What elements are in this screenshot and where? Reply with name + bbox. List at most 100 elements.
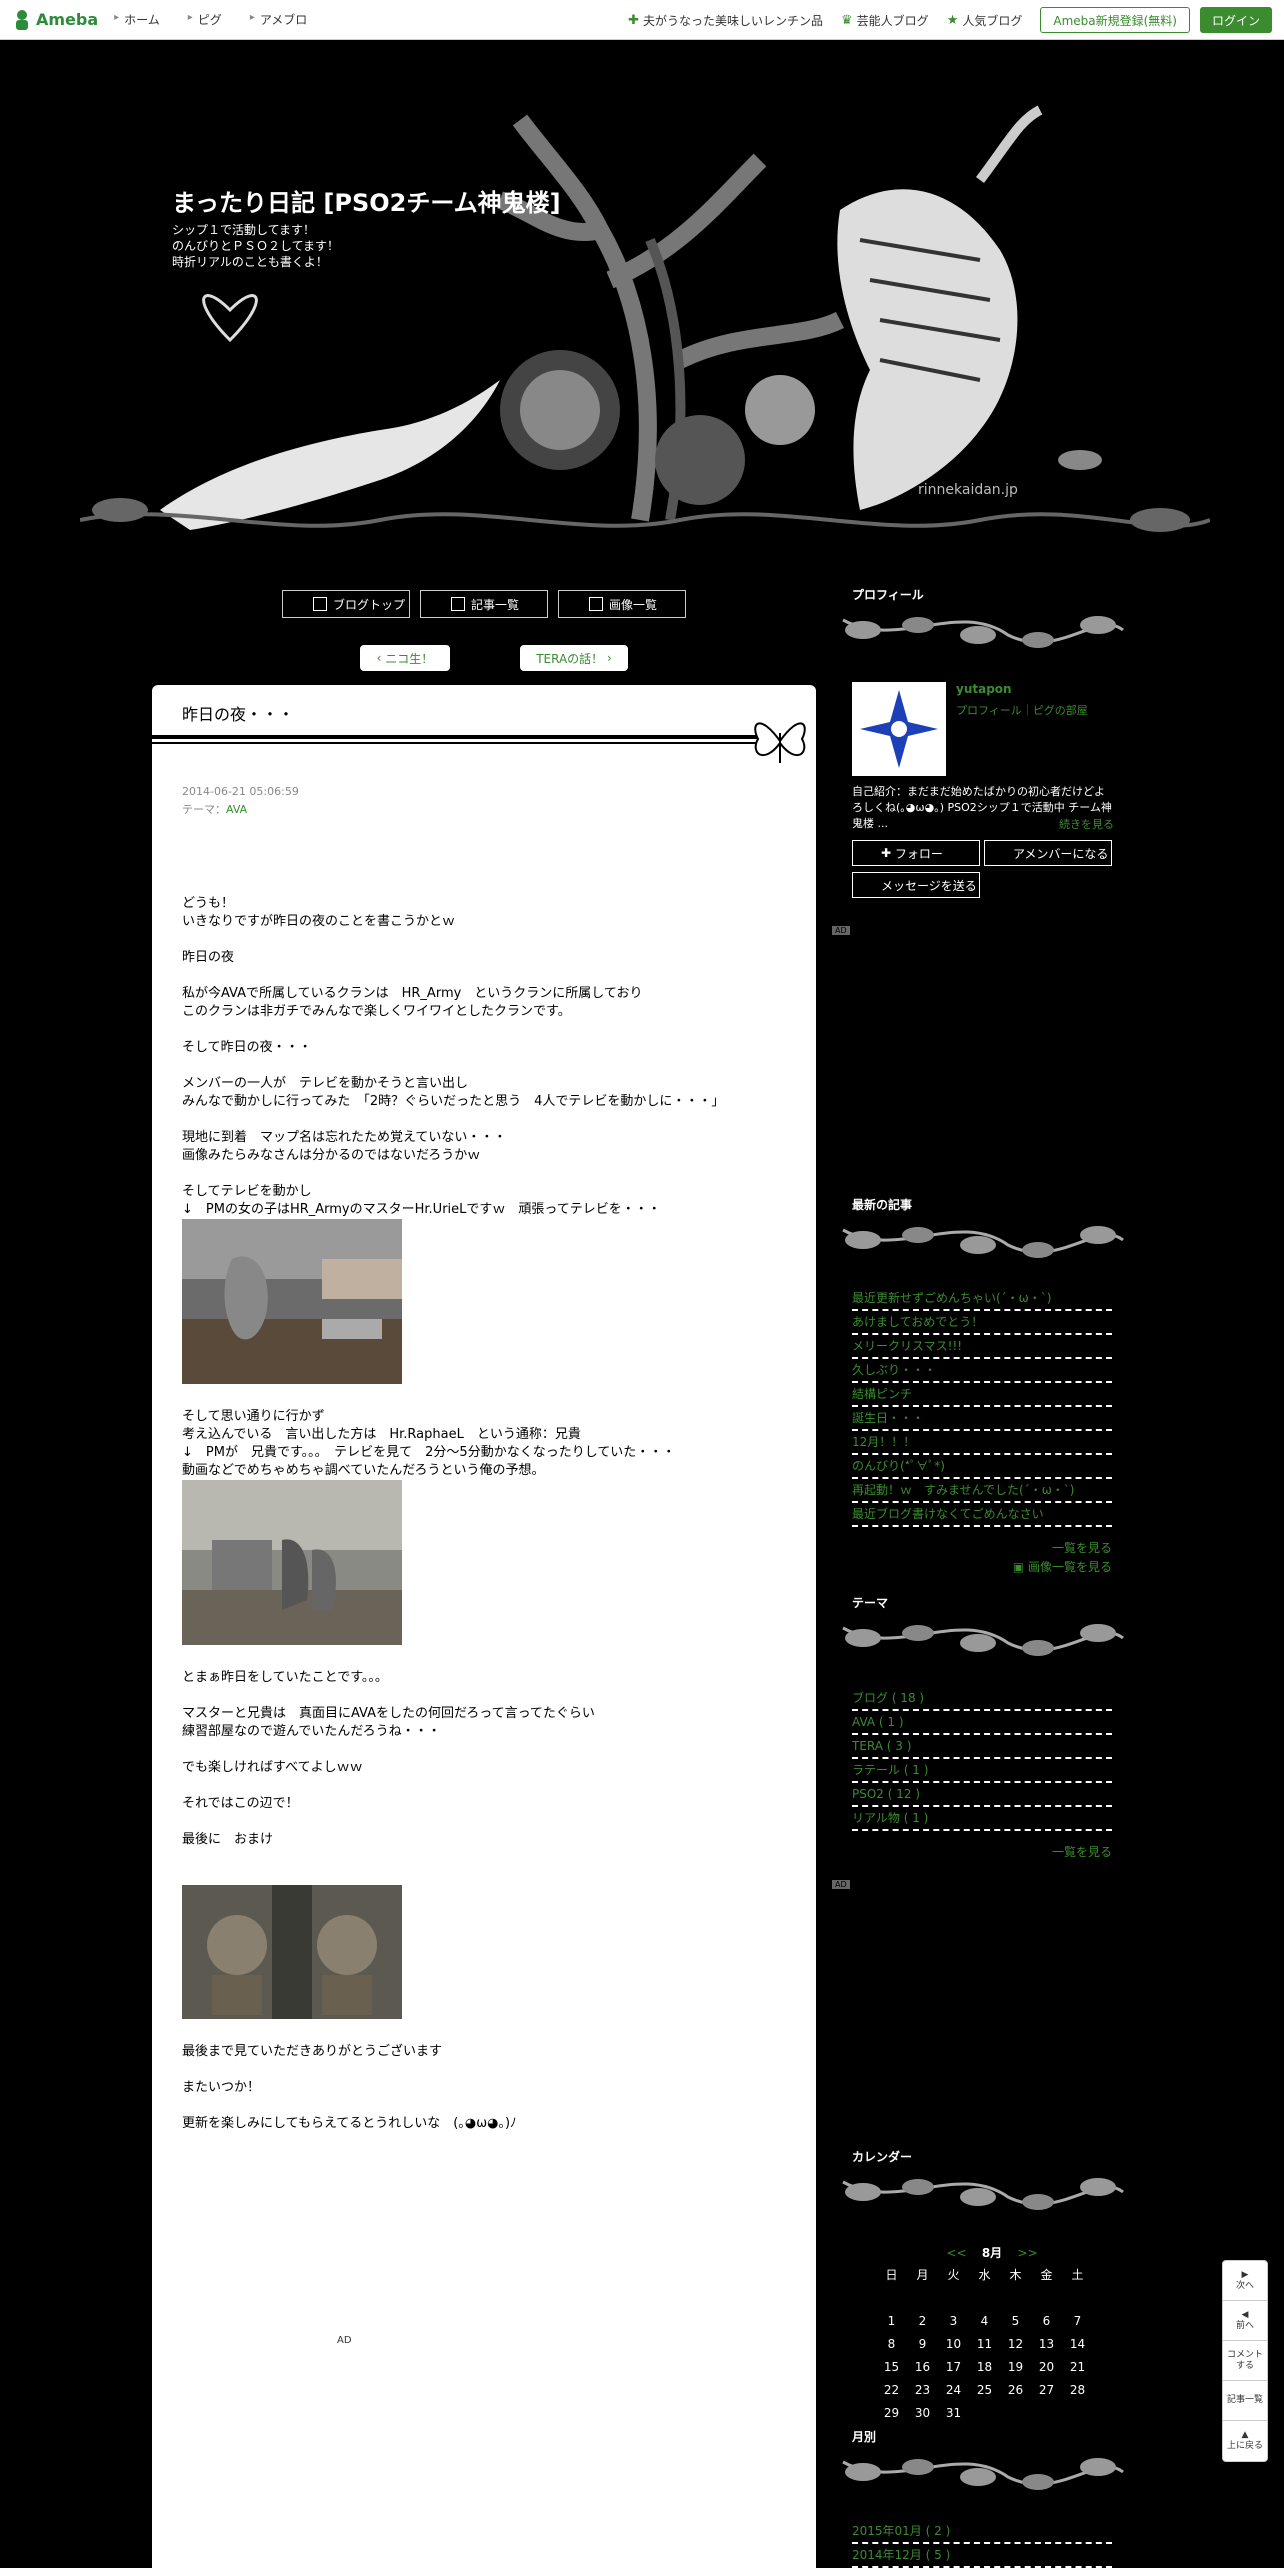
- back-to-top-button[interactable]: ▲ 上に戻る: [1223, 2421, 1267, 2461]
- blog-title[interactable]: まったり日記 [PSO2チーム神鬼楼]: [172, 183, 561, 218]
- calendar-empty: [1031, 2289, 1062, 2307]
- comment-label: コメントする: [1226, 2349, 1263, 2371]
- article-title[interactable]: 昨日の夜・・・: [182, 701, 294, 725]
- body-line: [182, 1849, 802, 1867]
- header-illustration: [80, 105, 1210, 532]
- back-to-top-label: 上に戻る: [1226, 2441, 1263, 2451]
- theme-label: テーマ：: [182, 803, 226, 816]
- calendar-day: 13: [1038, 2337, 1055, 2351]
- body-line: 練習部屋なので遊んでいたんだろうね・・・: [182, 1724, 441, 1739]
- calendar-day: 21: [1069, 2360, 1086, 2374]
- recent-item[interactable]: 結構ピンチ: [852, 1383, 1112, 1407]
- profile-ad-label: AD: [832, 926, 850, 935]
- recent-list: 最近更新せずごめんちゃい(´・ω・`) あけましておめでとう！ メリークリスマス…: [852, 1287, 1112, 1575]
- login-button[interactable]: ログイン: [1199, 7, 1272, 33]
- next-article-link[interactable]: TERAの話！ ›: [520, 645, 628, 671]
- recent-item[interactable]: あけましておめでとう！: [852, 1311, 1112, 1335]
- body-block-3: とまぁ昨日をしていたことです。。。 マスターと兄貴は 真面目にAVAをしたの何回…: [182, 1651, 802, 1885]
- body-line: 更新を楽しみにしてもらえてるとうれしいな (｡◕ω◕｡)ﾉ: [182, 2116, 517, 2131]
- body-line: メンバーの一人が テレビを動かそうと言い出し: [182, 1076, 469, 1091]
- calendar: << 8月 >> 日月火水木金土 1 2 3 4 5 6 7 8 9 10 11 12 13 14 15 16 1…: [852, 2244, 1132, 2420]
- calendar-prev[interactable]: <<: [946, 2246, 966, 2260]
- recent-item[interactable]: 最近ブログ書けなくてごめんなさい: [852, 1503, 1112, 1527]
- body-line: そしてテレビを動かし: [182, 1184, 312, 1199]
- monthly-item[interactable]: 2014年12月 ( 5 ): [852, 2544, 1112, 2568]
- prev-article-link[interactable]: ‹ ニコ生！: [360, 645, 450, 671]
- profile-links[interactable]: プロフィール｜ピグの部屋: [956, 702, 1088, 718]
- back-icon: ◀: [1241, 2309, 1249, 2320]
- next-button[interactable]: ▶ 次へ: [1223, 2261, 1267, 2301]
- theme-item[interactable]: ブログ ( 18 ): [852, 1687, 1112, 1711]
- calendar-day: 31: [945, 2406, 962, 2420]
- nav-home[interactable]: ホーム: [114, 11, 160, 28]
- theme-item[interactable]: TERA ( 3 ): [852, 1735, 1112, 1759]
- body-line: またいつか！: [182, 2080, 261, 2095]
- image-icon: ▣: [1012, 1560, 1028, 1574]
- recent-item[interactable]: のんびり(*ﾟ∀ﾟ*): [852, 1455, 1112, 1479]
- avatar[interactable]: [852, 682, 946, 776]
- theme-item[interactable]: AVA ( 1 ): [852, 1711, 1112, 1735]
- star-icon: ★: [946, 12, 959, 28]
- calendar-day: 12: [1007, 2337, 1024, 2351]
- calendar-empty: [876, 2289, 907, 2307]
- follow-label: フォロー: [894, 846, 943, 861]
- comment-button[interactable]: コメントする: [1223, 2341, 1267, 2381]
- theme-item[interactable]: リアル物 ( 1 ): [852, 1807, 1112, 1831]
- article-list-float-button[interactable]: 記事一覧: [1223, 2381, 1267, 2421]
- next-article-label: TERAの話！: [536, 651, 604, 666]
- body-line: [182, 2025, 802, 2043]
- monthly-item[interactable]: 2015年01月 ( 2 ): [852, 2520, 1112, 2544]
- nav-pigg[interactable]: ピグ: [188, 11, 222, 28]
- recent-item[interactable]: 誕生日・・・: [852, 1407, 1112, 1431]
- blog-top-button[interactable]: ブログトップ: [282, 590, 410, 618]
- calendar-day: 9: [918, 2337, 927, 2351]
- message-button[interactable]: メッセージを送る: [852, 872, 980, 898]
- recent-item[interactable]: 再起動！ｗ すみませんでした(´・ω・`): [852, 1479, 1112, 1503]
- article-list-button[interactable]: 記事一覧: [420, 590, 548, 618]
- calendar-day: 5: [1011, 2314, 1020, 2328]
- recent-item[interactable]: メリークリスマス!!!: [852, 1335, 1112, 1359]
- logo-text: Ameba: [36, 10, 99, 29]
- theme-item[interactable]: PSO2 ( 12 ): [852, 1783, 1112, 1807]
- plus-icon: ✚: [881, 846, 895, 860]
- game-screenshot-3[interactable]: [182, 1885, 402, 2019]
- theme-more-link[interactable]: 一覧を見る: [852, 1843, 1112, 1860]
- calendar-day: 19: [1007, 2360, 1024, 2374]
- calendar-day: 20: [1038, 2360, 1055, 2374]
- calendar-day: 6: [1042, 2314, 1051, 2328]
- nav-ameblo[interactable]: アメブロ: [250, 11, 307, 28]
- profile-more-link[interactable]: 続きを見る: [1059, 816, 1114, 832]
- link-popular[interactable]: ★ 人気ブログ: [947, 12, 1023, 29]
- link-popular-label: 人気ブログ: [962, 13, 1023, 28]
- calendar-day: 15: [883, 2360, 900, 2374]
- link-recipe[interactable]: ✚ 夫がうなった美味しいレンチン品: [628, 12, 823, 29]
- game-screenshot-2[interactable]: [182, 1480, 402, 1645]
- recent-item[interactable]: 最近更新せずごめんちゃい(´・ω・`): [852, 1287, 1112, 1311]
- register-button[interactable]: Ameba新規登録(無料): [1040, 7, 1190, 33]
- recent-item[interactable]: 12月！！！: [852, 1431, 1112, 1455]
- theme-link[interactable]: AVA: [226, 803, 247, 816]
- image-list-link[interactable]: ▣ 画像一覧を見る: [852, 1558, 1112, 1575]
- recent-item[interactable]: 久しぶり・・・: [852, 1359, 1112, 1383]
- body-line: [182, 1687, 802, 1705]
- prev-button[interactable]: ◀ 前へ: [1223, 2301, 1267, 2341]
- chevron-left-icon: ‹: [376, 651, 386, 665]
- calendar-empty: [1000, 2289, 1031, 2307]
- article-list-icon: [451, 597, 465, 611]
- vine-decoration: [842, 1226, 1124, 1258]
- game-screenshot-1[interactable]: [182, 1219, 402, 1384]
- follow-button[interactable]: ✚ フォロー: [852, 840, 980, 866]
- calendar-day: 23: [914, 2383, 931, 2397]
- image-list-button[interactable]: 画像一覧: [558, 590, 686, 618]
- recent-more-link[interactable]: 一覧を見る: [852, 1539, 1112, 1556]
- member-button[interactable]: アメンバーになる: [984, 840, 1112, 866]
- body-line: ↓ PMの女の子はHR_ArmyのマスターHr.UrieLですｗ 頑張ってテレビ…: [182, 1202, 661, 1217]
- link-celebrity[interactable]: ♛ 芸能人ブログ: [841, 12, 929, 29]
- body-line: 私が今AVAで所属しているクランは HR_Army というクランに所属しており: [182, 986, 643, 1001]
- calendar-next[interactable]: >>: [1017, 2246, 1037, 2260]
- article-ad-label: AD: [337, 2335, 352, 2346]
- profile-name[interactable]: yutapon: [956, 682, 1012, 696]
- header-banner: rinnekaidan.jp: [80, 80, 1210, 580]
- ameba-logo[interactable]: Ameba: [12, 9, 98, 31]
- theme-item[interactable]: ラテール ( 1 ): [852, 1759, 1112, 1783]
